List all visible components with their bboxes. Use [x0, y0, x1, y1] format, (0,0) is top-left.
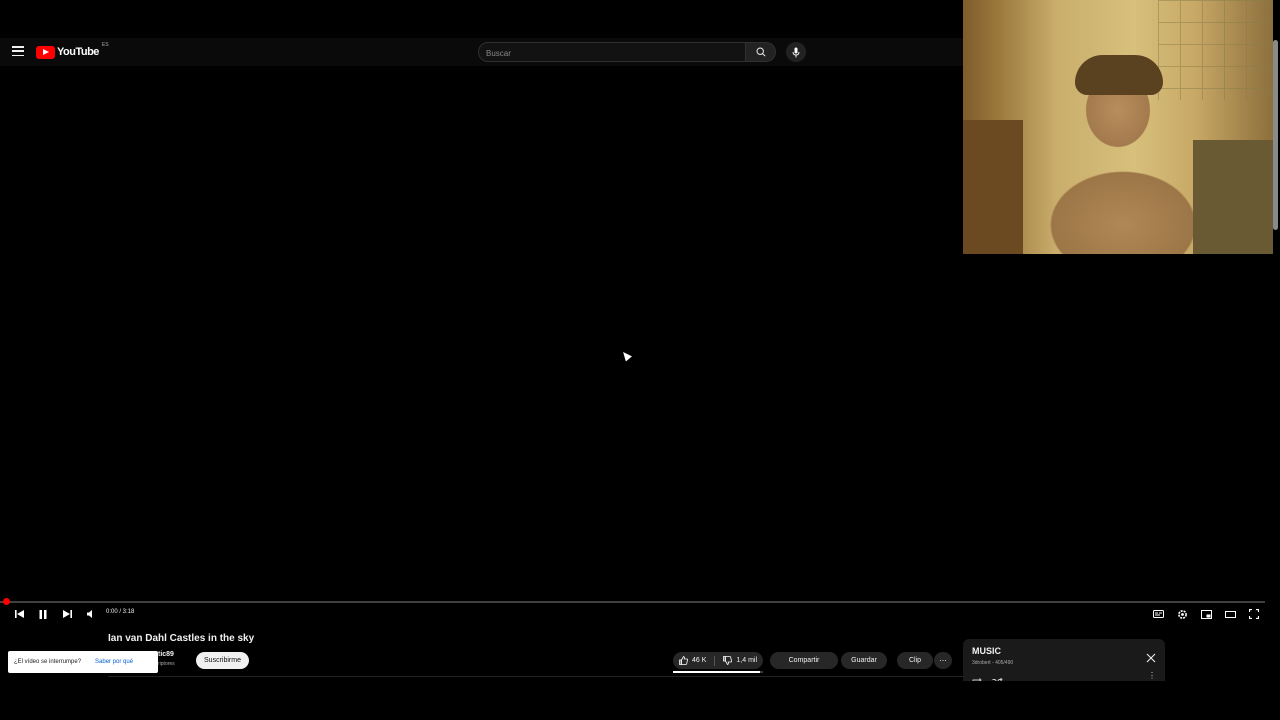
- clip-label: Clip: [908, 657, 922, 664]
- like-dislike-group: 46 K 1,4 mil: [673, 652, 763, 669]
- previous-button[interactable]: [12, 606, 26, 622]
- more-icon: ⋯: [939, 657, 947, 665]
- volume-icon: [86, 610, 92, 618]
- theater-mode-button[interactable]: [1223, 606, 1237, 622]
- mic-icon: [792, 47, 800, 57]
- logo-text: YouTube: [57, 46, 99, 58]
- playlist-loop-button[interactable]: [972, 673, 983, 686]
- share-label: Compartir: [788, 657, 820, 664]
- playlist-title[interactable]: MUSIC: [972, 646, 1001, 656]
- kitchen-cabinet: [1193, 140, 1273, 254]
- time-display: 0:00 / 3:18: [106, 609, 135, 615]
- subscribe-button[interactable]: Suscribirme: [196, 652, 249, 669]
- settings-button[interactable]: [1175, 606, 1189, 622]
- pause-button[interactable]: [36, 606, 50, 622]
- search-box: [478, 42, 746, 64]
- like-divider: [714, 655, 716, 666]
- mouse-cursor-icon: [620, 349, 632, 362]
- video-title[interactable]: Ian van Dahl Castles in the sky: [108, 633, 254, 644]
- next-button[interactable]: [60, 606, 74, 622]
- thumbs-down-icon: [723, 656, 733, 665]
- more-actions-button[interactable]: ⋯: [934, 652, 952, 669]
- scrollbar-thumb[interactable]: [1273, 40, 1278, 230]
- webcam-overlay: [963, 0, 1273, 254]
- search-input[interactable]: [479, 43, 728, 64]
- info-divider: [108, 676, 978, 677]
- thumbs-up-icon: [679, 656, 688, 665]
- volume-button[interactable]: [83, 606, 97, 622]
- progress-bar[interactable]: [0, 601, 1265, 603]
- youtube-logo[interactable]: YouTube ES: [36, 42, 109, 59]
- previous-icon: [14, 610, 24, 618]
- playlist-close-button[interactable]: [1145, 651, 1157, 663]
- popup-learn-why-link[interactable]: Saber por qué: [95, 659, 133, 665]
- fullscreen-button[interactable]: [1247, 606, 1261, 622]
- search-button[interactable]: [746, 42, 776, 62]
- subtitles-icon: [1152, 610, 1164, 618]
- pause-icon: [39, 609, 47, 619]
- like-ratio-fill: [673, 671, 760, 673]
- page-bottom: [0, 681, 1280, 720]
- like-button[interactable]: 46 K: [679, 656, 706, 665]
- fullscreen-icon: [1249, 609, 1259, 619]
- menu-icon[interactable]: [12, 46, 24, 56]
- logo-region: ES: [101, 42, 109, 48]
- youtube-play-icon: [36, 45, 55, 59]
- clip-button[interactable]: Clip: [897, 652, 933, 669]
- playlist-subtitle: 3drobert - 405/490: [972, 660, 1014, 666]
- voice-search-button[interactable]: [786, 42, 806, 62]
- channel-name[interactable]: tic89: [158, 651, 174, 658]
- search-icon: [755, 47, 766, 57]
- popup-question: ¿El vídeo se interrumpe?: [14, 659, 82, 665]
- channel-subscribers: riptores: [158, 661, 175, 667]
- theater-icon: [1224, 610, 1236, 618]
- kitchen-shelf: [963, 120, 1023, 254]
- playback-issue-popup: ¿El vídeo se interrumpe? Saber por qué: [8, 651, 158, 673]
- next-icon: [62, 610, 72, 618]
- kitchen-tiles: [1158, 0, 1273, 100]
- dislike-button[interactable]: 1,4 mil: [723, 656, 757, 665]
- progress-scrubber[interactable]: [3, 598, 10, 605]
- playlist-shuffle-button[interactable]: [992, 673, 1003, 687]
- settings-icon: [1177, 609, 1187, 619]
- share-button[interactable]: Compartir: [770, 652, 838, 669]
- miniplayer-button[interactable]: [1199, 606, 1213, 622]
- dislike-count: 1,4 mil: [736, 657, 758, 664]
- close-icon: [1146, 653, 1156, 663]
- save-label: Guardar: [851, 657, 877, 664]
- miniplayer-icon: [1200, 609, 1212, 619]
- like-count: 46 K: [691, 657, 707, 664]
- subtitles-button[interactable]: [1151, 606, 1165, 622]
- save-button[interactable]: Guardar: [841, 652, 887, 669]
- person-hair: [1075, 55, 1163, 95]
